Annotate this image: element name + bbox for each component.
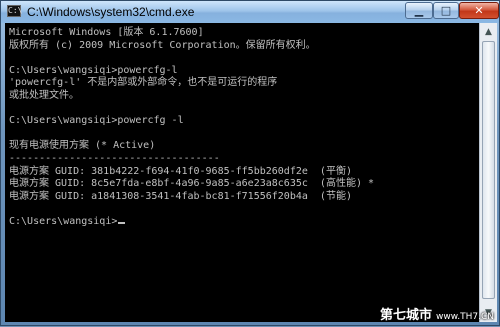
- maximize-button[interactable]: □: [433, 2, 459, 19]
- console-prompt: C:\Users\wangsiqi>: [9, 216, 118, 227]
- scroll-thumb[interactable]: [482, 41, 495, 299]
- window-title: C:\Windows\system32\cmd.exe: [27, 5, 195, 19]
- console-line: 现有电源使用方案 (* Active): [9, 140, 156, 152]
- title-bar[interactable]: C:\ C:\Windows\system32\cmd.exe ▁ □ ✕: [1, 1, 499, 23]
- watermark-url: www.TH7.CN: [436, 312, 495, 322]
- console-line: Microsoft Windows [版本 6.1.7600]: [9, 27, 204, 38]
- text-cursor: [118, 222, 126, 224]
- close-button[interactable]: ✕: [459, 2, 499, 19]
- scroll-up-icon[interactable]: ▲: [481, 24, 496, 40]
- console-prompt-line[interactable]: C:\Users\wangsiqi>: [9, 216, 126, 228]
- minimize-button[interactable]: ▁: [405, 2, 433, 19]
- site-watermark: 第七城市 www.TH7.CN: [380, 306, 494, 326]
- console-line: 'powercfg-l' 不是内部或外部命令，也不是可运行的程序: [9, 77, 278, 89]
- watermark-text: 第七城市: [380, 308, 433, 323]
- console-line: 电源方案 GUID: a1841308-3541-4fab-bc81-f7155…: [9, 190, 352, 202]
- console-line: 或批处理文件。: [9, 90, 79, 101]
- console-line: 版权所有 (c) 2009 Microsoft Corporation。保留所有…: [9, 39, 316, 51]
- console-line: 电源方案 GUID: 381b4222-f694-41f0-9685-ff5bb…: [9, 165, 352, 177]
- console-line: 电源方案 GUID: 8c5e7fda-e8bf-4a96-9a85-a6e23…: [9, 178, 375, 190]
- console-line: -----------------------------------: [9, 153, 220, 164]
- cmd-app-icon[interactable]: C:\: [7, 5, 22, 17]
- console-line: C:\Users\wangsiqi>powercfg-l: [9, 64, 178, 76]
- vertical-scrollbar[interactable]: ▲ ▼: [479, 23, 497, 322]
- console-output[interactable]: Microsoft Windows [版本 6.1.7600] 版权所有 (c)…: [5, 23, 479, 322]
- cmd-window: C:\ C:\Windows\system32\cmd.exe ▁ □ ✕ Mi…: [0, 0, 500, 326]
- console-line: C:\Users\wangsiqi>powercfg -l: [9, 115, 184, 127]
